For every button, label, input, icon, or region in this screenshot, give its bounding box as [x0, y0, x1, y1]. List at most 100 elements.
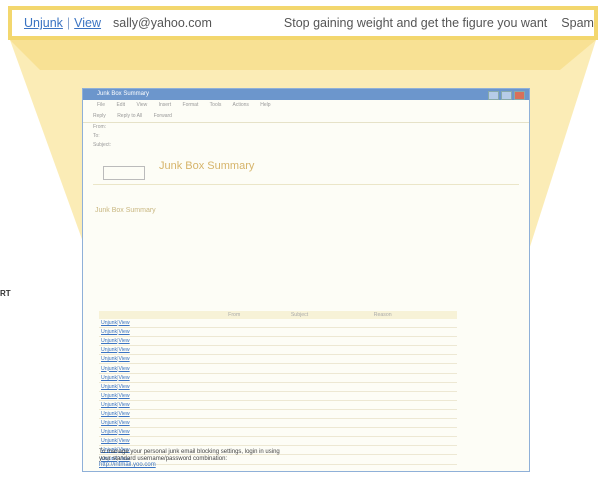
view-link[interactable]: View	[119, 338, 130, 344]
unjunk-link[interactable]: Unjunk	[101, 429, 117, 435]
menu-tools[interactable]: Tools	[210, 102, 222, 108]
unjunk-link[interactable]: Unjunk	[101, 384, 117, 390]
view-link[interactable]: View	[119, 356, 130, 362]
table-row: Unjunk|View	[99, 418, 457, 429]
section-title: Junk Box Summary	[95, 207, 156, 214]
junk-reason: Spam	[561, 16, 594, 30]
col-from: From	[226, 311, 289, 319]
row-subject	[288, 336, 372, 347]
minimize-button[interactable]	[488, 91, 499, 100]
row-actions: Unjunk|View	[99, 409, 227, 420]
view-link[interactable]: View	[119, 393, 130, 399]
view-link[interactable]: View	[119, 366, 130, 372]
view-link[interactable]: View	[119, 384, 130, 390]
table-row: Unjunk|View	[99, 382, 457, 392]
unjunk-link[interactable]: Unjunk	[101, 402, 117, 408]
unjunk-link[interactable]: Unjunk	[101, 375, 117, 381]
row-subject	[288, 363, 372, 374]
col-subject: Subject	[288, 311, 372, 319]
row-actions: Unjunk|View	[99, 418, 227, 429]
row-from	[226, 327, 289, 338]
unjunk-link[interactable]: Unjunk	[101, 366, 117, 372]
unjunk-link[interactable]: Unjunk	[101, 356, 117, 362]
unjunk-link[interactable]: Unjunk	[101, 393, 117, 399]
view-link[interactable]: View	[119, 347, 130, 353]
unjunk-link[interactable]: Unjunk	[101, 438, 117, 444]
row-reason	[371, 327, 457, 338]
unjunk-link[interactable]: Unjunk	[101, 347, 117, 353]
maximize-button[interactable]	[501, 91, 512, 100]
table-row: Unjunk|View	[99, 354, 457, 365]
menu-edit[interactable]: Edit	[116, 102, 125, 108]
row-reason	[371, 373, 457, 383]
unjunk-link[interactable]: Unjunk	[101, 420, 117, 426]
view-link[interactable]: View	[119, 420, 130, 426]
footer-link[interactable]: http://intmail.yoo.com	[99, 462, 156, 468]
row-subject	[288, 436, 372, 447]
row-subject	[288, 327, 372, 338]
unjunk-link[interactable]: Unjunk	[101, 320, 117, 326]
row-subject	[288, 409, 372, 420]
row-actions: Unjunk|View	[99, 382, 227, 392]
window-titlebar: Junk Box Summary	[83, 89, 529, 100]
row-subject	[288, 354, 372, 365]
row-from	[226, 427, 289, 438]
toolbar: Reply Reply to All Forward	[83, 110, 529, 123]
row-from	[226, 436, 289, 447]
table-row: Unjunk|View	[99, 363, 457, 374]
view-link[interactable]: View	[119, 402, 130, 408]
close-button[interactable]	[514, 91, 525, 100]
side-label: RT	[0, 289, 11, 298]
banner-title: Junk Box Summary	[159, 160, 255, 172]
row-actions: Unjunk|View	[99, 400, 227, 410]
row-from	[226, 391, 289, 401]
row-actions: Unjunk|View	[99, 319, 227, 329]
zoomed-junk-row: Unjunk | View sally@yahoo.com Stop gaining…	[8, 6, 598, 40]
view-link[interactable]: View	[119, 411, 130, 417]
table-row: Unjunk|View	[99, 336, 457, 347]
row-from	[226, 418, 289, 429]
summary-banner: Junk Box Summary	[93, 158, 519, 185]
menu-actions[interactable]: Actions	[232, 102, 248, 108]
row-actions: Unjunk|View	[99, 327, 227, 338]
view-link[interactable]: View	[119, 438, 130, 444]
row-from	[226, 354, 289, 365]
view-link[interactable]: View	[119, 329, 130, 335]
row-subject	[288, 391, 372, 401]
view-link[interactable]: View	[119, 320, 130, 326]
row-from	[226, 400, 289, 410]
to-label: To:	[93, 133, 100, 139]
header-to: To:	[83, 132, 529, 141]
unjunk-link[interactable]: Unjunk	[101, 411, 117, 417]
menu-insert[interactable]: Insert	[159, 102, 172, 108]
menu-view[interactable]: View	[136, 102, 147, 108]
menu-format[interactable]: Format	[183, 102, 199, 108]
row-actions: Unjunk|View	[99, 427, 227, 438]
table-row: Unjunk|View	[99, 400, 457, 410]
unjunk-link[interactable]: Unjunk	[101, 338, 117, 344]
table-row: Unjunk|View	[99, 391, 457, 401]
reply-all-button[interactable]: Reply to All	[117, 113, 142, 119]
row-from	[226, 363, 289, 374]
footer-text: To manage your personal junk email block…	[99, 449, 399, 469]
row-reason	[371, 418, 457, 429]
message-subject: Stop gaining weight and get the figure y…	[283, 16, 548, 30]
view-link[interactable]: View	[119, 375, 130, 381]
view-link[interactable]: View	[119, 429, 130, 435]
sender-email: sally@yahoo.com	[113, 16, 212, 30]
window-title: Junk Box Summary	[97, 91, 150, 97]
view-link[interactable]: View	[74, 16, 101, 30]
row-subject	[288, 427, 372, 438]
menu-help[interactable]: Help	[260, 102, 270, 108]
row-from	[226, 319, 289, 329]
row-subject	[288, 319, 372, 329]
row-actions: Unjunk|View	[99, 336, 227, 347]
menu-file[interactable]: File	[97, 102, 105, 108]
row-reason	[371, 354, 457, 365]
unjunk-link[interactable]: Unjunk	[101, 329, 117, 335]
unjunk-link[interactable]: Unjunk	[24, 16, 63, 30]
reply-button[interactable]: Reply	[93, 113, 106, 119]
row-subject	[288, 400, 372, 410]
row-subject	[288, 345, 372, 356]
forward-button[interactable]: Forward	[154, 113, 172, 119]
